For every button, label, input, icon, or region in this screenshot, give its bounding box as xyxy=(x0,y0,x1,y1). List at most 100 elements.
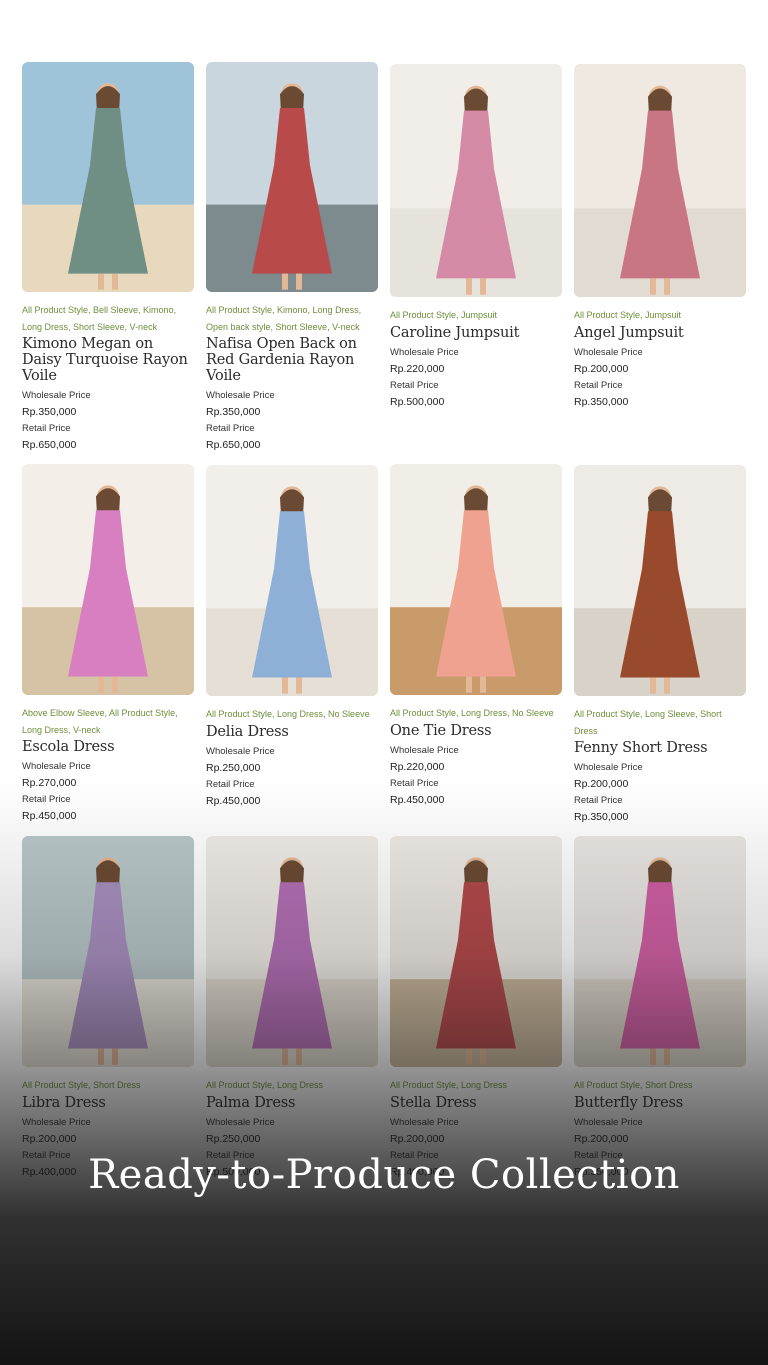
product-photo-art xyxy=(390,464,562,695)
product-photo-art xyxy=(574,64,746,297)
product-photo-art xyxy=(206,62,378,292)
retail-price-label: Retail Price xyxy=(390,379,439,391)
product-photo-art xyxy=(206,465,378,696)
product-tags: All Product Style, Long Dress xyxy=(206,1080,324,1090)
wholesale-price: Rp.350,000 xyxy=(22,406,77,418)
product-name[interactable]: Delia Dress xyxy=(206,724,378,740)
wholesale-price: Rp.220,000 xyxy=(390,760,445,773)
product-photo[interactable] xyxy=(22,836,194,1067)
wholesale-price-label: Wholesale Price xyxy=(390,744,459,756)
product-card[interactable]: All Product Style, Short Dress Butterfly … xyxy=(574,836,746,1179)
product-tags: All Product Style, Long Dress, No Sleeve xyxy=(206,709,370,719)
product-photo-art xyxy=(390,836,562,1067)
product-photo[interactable] xyxy=(206,465,378,696)
product-tags: All Product Style, Jumpsuit xyxy=(390,310,498,320)
product-tags: All Product Style, Short Dress xyxy=(574,1080,693,1090)
product-name[interactable]: Stella Dress xyxy=(390,1095,562,1111)
collection-headline: Ready-to-Produce Collection xyxy=(88,1152,680,1198)
product-card[interactable]: All Product Style, Long Dress Palma Dress… xyxy=(206,836,378,1179)
product-tags: All Product Style, Long Sleeve, Short Dr… xyxy=(574,709,722,736)
wholesale-price: Rp.200,000 xyxy=(574,362,629,375)
wholesale-price: Rp.200,000 xyxy=(574,1132,629,1145)
retail-price: Rp.450,000 xyxy=(390,793,445,806)
product-name[interactable]: Libra Dress xyxy=(22,1095,194,1111)
retail-price: Rp.650,000 xyxy=(22,439,77,451)
retail-price-label: Retail Price xyxy=(574,795,623,806)
retail-price: Rp.450,000 xyxy=(22,810,77,822)
product-card[interactable]: All Product Style, Bell Sleeve, Kimono, … xyxy=(22,62,194,452)
retail-price-label: Retail Price xyxy=(22,794,71,805)
retail-price-label: Retail Price xyxy=(390,777,439,789)
product-card[interactable]: Above Elbow Sleeve, All Product Style, L… xyxy=(22,464,194,823)
wholesale-price: Rp.200,000 xyxy=(390,1132,445,1145)
product-photo[interactable] xyxy=(574,836,746,1067)
retail-price: Rp.500,000 xyxy=(390,395,445,408)
product-card[interactable]: All Product Style, Short Dress Libra Dres… xyxy=(22,836,194,1179)
product-card[interactable]: All Product Style, Jumpsuit Caroline Jump… xyxy=(390,64,562,409)
wholesale-price: Rp.250,000 xyxy=(206,761,261,774)
product-photo[interactable] xyxy=(22,62,194,292)
product-photo-art xyxy=(22,464,194,695)
retail-price-label: Retail Price xyxy=(206,778,255,790)
retail-price-label: Retail Price xyxy=(22,423,71,434)
wholesale-price-label: Wholesale Price xyxy=(574,1116,643,1128)
wholesale-price-label: Wholesale Price xyxy=(206,390,275,401)
wholesale-price: Rp.200,000 xyxy=(574,778,629,790)
product-photo[interactable] xyxy=(206,62,378,292)
wholesale-price-label: Wholesale Price xyxy=(390,1116,459,1128)
product-tags: All Product Style, Short Dress xyxy=(22,1080,141,1090)
product-photo-art xyxy=(22,836,194,1067)
product-photo[interactable] xyxy=(206,836,378,1067)
product-photo-art xyxy=(390,64,562,297)
product-photo-art xyxy=(22,62,194,292)
retail-price: Rp.350,000 xyxy=(574,395,629,408)
product-photo[interactable] xyxy=(390,836,562,1067)
retail-price: Rp.350,000 xyxy=(574,811,629,823)
product-name[interactable]: Palma Dress xyxy=(206,1095,378,1111)
product-photo[interactable] xyxy=(22,464,194,695)
product-photo-art xyxy=(574,465,746,696)
wholesale-price: Rp.350,000 xyxy=(206,406,261,418)
wholesale-price-label: Wholesale Price xyxy=(22,761,91,772)
product-name[interactable]: Caroline Jumpsuit xyxy=(390,325,562,341)
product-name[interactable]: Nafisa Open Back on Red Gardenia Rayon V… xyxy=(206,336,378,384)
product-card[interactable]: All Product Style, Jumpsuit Angel Jumpsui… xyxy=(574,64,746,409)
product-tags: All Product Style, Jumpsuit xyxy=(574,310,682,320)
product-photo[interactable] xyxy=(574,64,746,297)
product-card[interactable]: All Product Style, Long Dress, No Sleeve… xyxy=(206,465,378,808)
product-card[interactable]: All Product Style, Long Sleeve, Short Dr… xyxy=(574,465,746,824)
product-name[interactable]: Butterfly Dress xyxy=(574,1095,746,1111)
product-tags: All Product Style, Kimono, Long Dress, O… xyxy=(206,305,362,332)
wholesale-price-label: Wholesale Price xyxy=(574,762,643,773)
product-photo[interactable] xyxy=(390,64,562,297)
product-card[interactable]: All Product Style, Long Dress, No Sleeve… xyxy=(390,464,562,807)
retail-price: Rp.450,000 xyxy=(206,794,261,807)
wholesale-price: Rp.200,000 xyxy=(22,1132,77,1145)
product-photo[interactable] xyxy=(574,465,746,696)
product-name[interactable]: Kimono Megan on Daisy Turquoise Rayon Vo… xyxy=(22,336,194,384)
wholesale-price: Rp.220,000 xyxy=(390,362,445,375)
retail-price-label: Retail Price xyxy=(206,423,255,434)
wholesale-price-label: Wholesale Price xyxy=(206,745,275,757)
product-tags: All Product Style, Long Dress xyxy=(390,1080,508,1090)
wholesale-price: Rp.270,000 xyxy=(22,777,77,789)
product-card[interactable]: All Product Style, Kimono, Long Dress, O… xyxy=(206,62,378,452)
wholesale-price-label: Wholesale Price xyxy=(22,1116,91,1128)
product-name[interactable]: Angel Jumpsuit xyxy=(574,325,746,341)
product-photo[interactable] xyxy=(390,464,562,695)
wholesale-price: Rp.250,000 xyxy=(206,1132,261,1145)
wholesale-price-label: Wholesale Price xyxy=(206,1116,275,1128)
product-name[interactable]: Escola Dress xyxy=(22,739,194,755)
product-card[interactable]: All Product Style, Long Dress Stella Dres… xyxy=(390,836,562,1179)
product-name[interactable]: Fenny Short Dress xyxy=(574,740,746,756)
wholesale-price-label: Wholesale Price xyxy=(574,346,643,358)
product-tags: All Product Style, Long Dress, No Sleeve xyxy=(390,708,554,718)
wholesale-price-label: Wholesale Price xyxy=(22,390,91,401)
retail-price: Rp.650,000 xyxy=(206,439,261,451)
wholesale-price-label: Wholesale Price xyxy=(390,346,459,358)
product-name[interactable]: One Tie Dress xyxy=(390,723,562,739)
product-tags: Above Elbow Sleeve, All Product Style, L… xyxy=(22,708,178,735)
product-photo-art xyxy=(206,836,378,1067)
product-tags: All Product Style, Bell Sleeve, Kimono, … xyxy=(22,305,177,332)
product-photo-art xyxy=(574,836,746,1067)
